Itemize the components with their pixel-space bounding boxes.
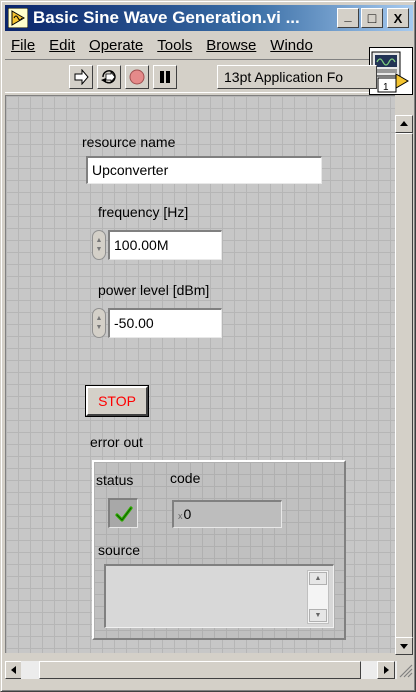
horizontal-scrollbar[interactable]: [21, 661, 397, 679]
decrement-arrow-icon: ▼: [95, 246, 103, 253]
font-ring[interactable]: 13pt Application Fo: [217, 65, 377, 89]
front-panel: resource name Upconverter frequency [Hz]…: [5, 95, 395, 653]
run-button[interactable]: [69, 65, 93, 89]
window-title: Basic Sine Wave Generation.vi ...: [33, 8, 300, 27]
radix-indicator: x: [178, 511, 183, 521]
menu-tools[interactable]: Tools: [151, 37, 200, 54]
frequency-label: frequency [Hz]: [98, 204, 189, 220]
vi-window: Basic Sine Wave Generation.vi ... _ □ X …: [0, 0, 416, 692]
frequency-increment-decrement[interactable]: ▲ ▼: [92, 230, 106, 260]
scroll-up-button[interactable]: [395, 115, 413, 133]
minimize-icon: _: [344, 7, 352, 23]
maximize-button[interactable]: □: [361, 8, 383, 28]
down-arrow-icon: [400, 644, 408, 649]
source-scroll-down-button[interactable]: ▼: [309, 609, 327, 622]
toolbar: 13pt Application Fo: [5, 59, 377, 93]
abort-button[interactable]: [125, 65, 149, 89]
up-arrow-icon: ▲: [314, 575, 322, 582]
increment-arrow-icon: ▲: [95, 315, 103, 322]
labview-vi-icon: [8, 8, 28, 28]
decrement-arrow-icon: ▼: [95, 324, 103, 331]
maximize-icon: □: [367, 10, 377, 26]
resize-grip-icon: [399, 664, 413, 678]
run-continuously-icon: [101, 70, 116, 84]
vertical-scroll-thumb[interactable]: [395, 133, 413, 643]
code-value: 0: [183, 506, 192, 522]
increment-arrow-icon: ▲: [95, 237, 103, 244]
stop-button[interactable]: STOP: [85, 385, 149, 417]
stop-button-label: STOP: [98, 393, 136, 409]
close-icon: X: [393, 10, 403, 26]
run-continuously-button[interactable]: [97, 65, 121, 89]
source-field: ▲ ▼: [104, 564, 334, 628]
menu-edit[interactable]: Edit: [43, 37, 83, 54]
power-level-increment-decrement[interactable]: ▲ ▼: [92, 308, 106, 338]
power-level-label: power level [dBm]: [98, 282, 210, 298]
menu-operate[interactable]: Operate: [83, 37, 151, 54]
resource-name-label: resource name: [82, 134, 176, 150]
menu-bar: File Edit Operate Tools Browse Windo: [5, 33, 370, 57]
close-button[interactable]: X: [387, 8, 409, 28]
source-label: source: [98, 542, 141, 558]
menu-window[interactable]: Windo: [264, 37, 321, 54]
checkmark-icon: [114, 505, 133, 522]
title-bar[interactable]: Basic Sine Wave Generation.vi ... _ □ X: [5, 5, 413, 31]
error-out-cluster: status code x0 source ▲ ▼: [92, 460, 346, 640]
vertical-scrollbar[interactable]: [395, 115, 413, 655]
menu-browse[interactable]: Browse: [200, 37, 264, 54]
resize-grip[interactable]: [397, 661, 413, 679]
frequency-field[interactable]: 100.00M: [108, 230, 222, 260]
status-indicator: [108, 498, 138, 528]
left-arrow-icon: [11, 666, 16, 674]
scroll-right-button[interactable]: [377, 661, 395, 679]
error-out-label: error out: [90, 434, 143, 450]
code-field: x0: [172, 500, 282, 528]
menu-file[interactable]: File: [5, 37, 43, 54]
connector-number: 1: [383, 82, 389, 93]
pause-icon: [160, 71, 170, 83]
source-scroll-up-button[interactable]: ▲: [309, 572, 327, 585]
source-scrollbar[interactable]: ▲ ▼: [307, 570, 329, 624]
code-label: code: [170, 470, 201, 486]
scroll-down-button[interactable]: [395, 637, 413, 655]
minimize-button[interactable]: _: [337, 8, 359, 28]
resource-name-field[interactable]: Upconverter: [86, 156, 322, 184]
power-level-field[interactable]: -50.00: [108, 308, 222, 338]
run-arrow-icon: [74, 69, 89, 85]
down-arrow-icon: ▼: [314, 612, 322, 619]
status-label: status: [96, 472, 134, 488]
abort-icon: [129, 69, 145, 85]
pause-button[interactable]: [153, 65, 177, 89]
up-arrow-icon: [400, 121, 408, 126]
horizontal-scroll-thumb[interactable]: [39, 661, 361, 679]
right-arrow-icon: [384, 666, 389, 674]
